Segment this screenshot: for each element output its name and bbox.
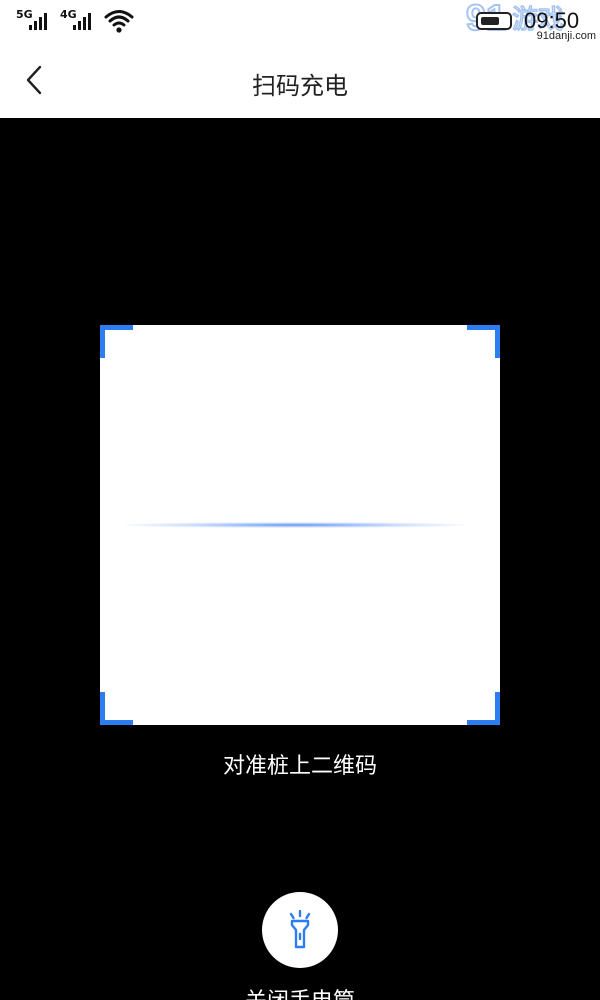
- scan-hint-text: 对准桩上二维码: [222, 754, 377, 779]
- scan-corner-top-left: [100, 325, 133, 358]
- scan-corner-bottom-right: [467, 692, 500, 725]
- scan-charge-screen: 5G 4G 91 游戏 09:50 9: [0, 0, 600, 1000]
- flashlight-icon: [289, 910, 311, 949]
- qr-scan-area: [100, 325, 500, 725]
- scan-line: [125, 522, 465, 528]
- signal-icon: [73, 12, 91, 30]
- status-bar: 5G 4G 91 游戏 09:50 9: [0, 0, 600, 44]
- scan-corner-top-right: [467, 325, 500, 358]
- scan-corner-bottom-left: [100, 692, 133, 725]
- page-title: 扫码充电: [252, 72, 348, 100]
- watermark-site: 91danji.com: [536, 30, 596, 42]
- signal-icon: [29, 12, 47, 30]
- wifi-icon: [104, 8, 134, 38]
- battery-icon: [476, 12, 512, 30]
- flashlight-label: 关闭手电筒: [0, 983, 600, 1000]
- navigation-bar: 扫码充电: [0, 44, 600, 118]
- flashlight-toggle-button[interactable]: [262, 892, 338, 968]
